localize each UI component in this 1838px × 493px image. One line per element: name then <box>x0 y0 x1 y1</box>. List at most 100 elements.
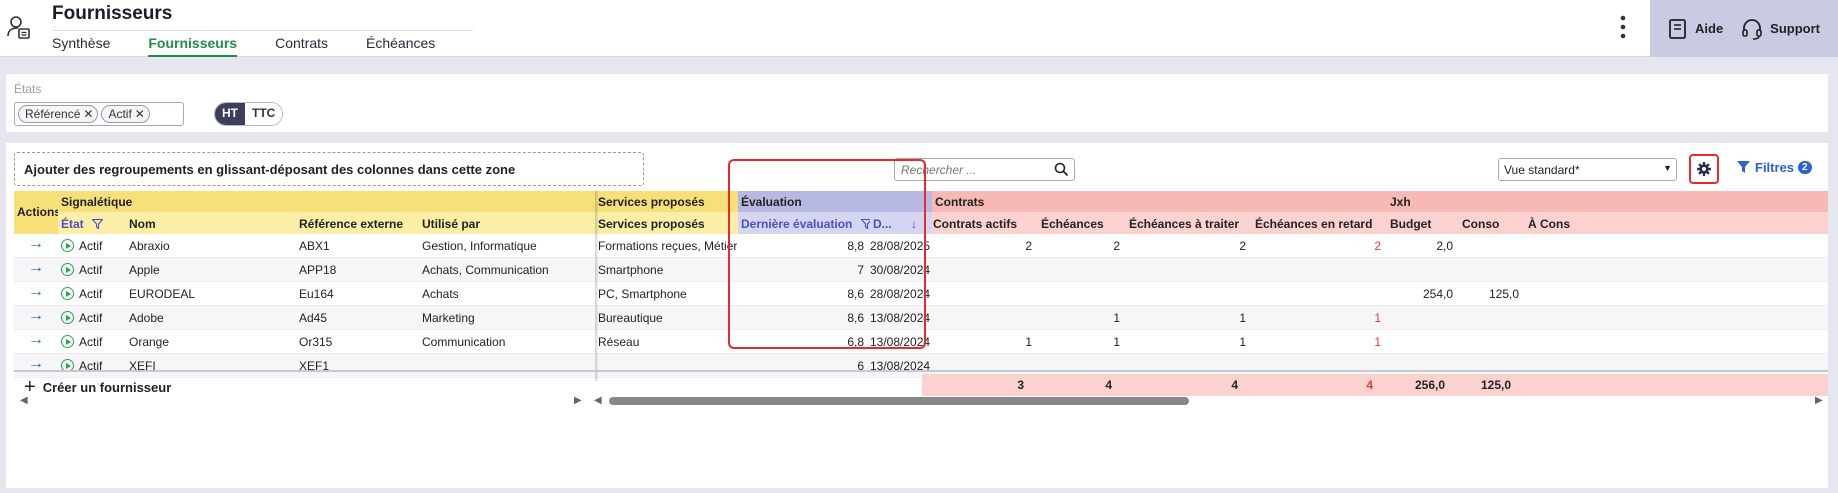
cell-etat: Actif <box>58 330 126 353</box>
column-header-echeances[interactable]: Échéances <box>1038 212 1126 234</box>
total-budget: 256,0 <box>1414 378 1445 392</box>
horizontal-scrollbar-thumb[interactable] <box>609 397 1189 405</box>
active-status-icon <box>61 263 74 276</box>
view-select[interactable]: Vue standard* ▼ <box>1498 158 1677 181</box>
cell-budget: 254,0 <box>1422 287 1453 301</box>
cell-services: PC, Smartphone <box>598 287 687 301</box>
signaletique-group-header: Signalétique <box>58 191 595 212</box>
filters-button[interactable]: Filtres 2 <box>1737 160 1812 175</box>
filter-icon[interactable] <box>859 218 870 230</box>
cell-eval: 6 <box>857 359 864 373</box>
cell-retard <box>1252 282 1387 305</box>
column-header-a-consommer[interactable]: À Cons <box>1525 212 1828 234</box>
open-row-arrow-icon[interactable]: → <box>14 258 58 281</box>
contrats-group-header: Contrats <box>932 191 1387 212</box>
column-header-services[interactable]: Services proposés <box>595 212 738 234</box>
column-header-etat[interactable]: État <box>58 212 126 234</box>
table-row[interactable]: → Actif Orange Or315 Communication Réseau 6,8 1… <box>14 330 1828 354</box>
filters-label: Filtres <box>1755 160 1795 175</box>
cell-nom: EURODEAL <box>129 287 196 301</box>
column-header-echeances-a-traiter[interactable]: Échéances à traiter <box>1126 212 1252 234</box>
open-row-arrow-icon[interactable]: → <box>14 354 58 377</box>
column-header-utilise-par[interactable]: Utilisé par <box>419 212 595 234</box>
suppliers-grid-panel: Ajouter des regroupements en glissant-dé… <box>6 143 1828 488</box>
open-row-arrow-icon[interactable]: → <box>14 306 58 329</box>
support-button[interactable]: Support <box>1741 18 1820 40</box>
cell-echeances: 1 <box>1113 311 1120 325</box>
column-header-echeances-en-retard[interactable]: Échéances en retard <box>1252 212 1387 234</box>
cell-retard: 1 <box>1374 311 1381 325</box>
column-header-label: État <box>61 217 84 231</box>
filter-icon[interactable] <box>91 218 104 230</box>
tab-synthese[interactable]: Synthèse <box>52 31 110 57</box>
search-input[interactable] <box>895 159 1045 180</box>
tab-fournisseurs[interactable]: Fournisseurs <box>148 31 238 57</box>
cell-eval: 6,8 <box>847 335 864 349</box>
open-row-arrow-icon[interactable]: → <box>14 282 58 305</box>
cell-echeances: 2 <box>1113 239 1120 253</box>
column-header-date-evaluation[interactable]: D... ↓ <box>870 212 932 234</box>
suppliers-table: Actions Signalétique Services proposés É… <box>14 191 1828 381</box>
scroll-right-arrow-icon[interactable]: ▶ <box>574 395 582 406</box>
cell-conso <box>1459 330 1525 353</box>
create-supplier-label: Créer un fournisseur <box>42 380 172 395</box>
chip-label: Référencé <box>25 107 81 121</box>
scroll-left-arrow-icon[interactable]: ◀ <box>594 395 602 406</box>
scroll-left-arrow-icon[interactable]: ◀ <box>20 395 28 406</box>
tab-contrats[interactable]: Contrats <box>275 31 328 57</box>
total-conso: 125,0 <box>1480 378 1511 392</box>
more-options-icon[interactable] <box>1616 14 1630 40</box>
help-area: Aide Support <box>1650 0 1838 57</box>
cell-contrats_actifs: 1 <box>1025 335 1032 349</box>
cell-services: Smartphone <box>598 263 664 277</box>
column-header-contrats-actifs[interactable]: Contrats actifs <box>932 212 1038 234</box>
table-row[interactable]: → Actif Abraxio ABX1 Gestion, Informatique Fo… <box>14 234 1828 258</box>
search-icon[interactable] <box>1054 162 1069 177</box>
total-echeances-a-traiter: 4 <box>1231 378 1238 392</box>
chip-label: Actif <box>108 107 132 121</box>
open-row-arrow-icon[interactable]: → <box>14 234 58 257</box>
total-contrats-actifs: 3 <box>1017 378 1024 392</box>
states-multiselect[interactable]: Référencé ✕ Actif ✕ <box>14 102 184 126</box>
states-label: États <box>14 82 42 96</box>
ht-toggle-option[interactable]: HT <box>215 103 245 125</box>
cell-etat: Actif <box>58 306 126 329</box>
cell-ref: Or315 <box>299 335 333 349</box>
services-group-header: Services proposés <box>595 191 738 212</box>
cell-ref: Ad45 <box>299 311 328 325</box>
cell-etat: Actif <box>58 354 126 377</box>
close-icon[interactable]: ✕ <box>83 107 93 121</box>
cell-etat-label: Actif <box>79 287 103 301</box>
cell-retard <box>1252 258 1387 281</box>
cell-traiter: 2 <box>1239 239 1246 253</box>
table-row[interactable]: → Actif EURODEAL Eu164 Achats PC, Smartphone 8… <box>14 282 1828 306</box>
cell-eval: 7 <box>857 263 864 277</box>
table-row[interactable]: → Actif Apple APP18 Achats, Communication Sma… <box>14 258 1828 282</box>
column-header-conso[interactable]: Conso <box>1459 212 1525 234</box>
open-row-arrow-icon[interactable]: → <box>14 330 58 353</box>
tab-echeances[interactable]: Échéances <box>366 31 435 57</box>
column-header-budget[interactable]: Budget <box>1387 212 1459 234</box>
close-icon[interactable]: ✕ <box>135 107 145 121</box>
column-header-nom[interactable]: Nom <box>126 212 296 234</box>
cell-eval: 8,6 <box>847 287 864 301</box>
help-button[interactable]: Aide <box>1668 18 1723 40</box>
table-row[interactable]: → Actif Adobe Ad45 Marketing Bureautique 8,6 13… <box>14 306 1828 330</box>
column-header-derniere-evaluation[interactable]: Dernière évaluation <box>738 212 870 234</box>
scroll-right-arrow-icon[interactable]: ▶ <box>1815 395 1823 406</box>
group-drop-zone[interactable]: Ajouter des regroupements en glissant-dé… <box>14 152 644 186</box>
create-supplier-button[interactable]: + Créer un fournisseur <box>24 376 171 399</box>
states-filter-panel: États Référencé ✕ Actif ✕ HT TTC <box>6 74 1828 132</box>
column-settings-button[interactable] <box>1689 154 1719 184</box>
cell-traiter <box>1126 282 1252 305</box>
cell-retard: 2 <box>1374 239 1381 253</box>
page-title: Fournisseurs <box>52 3 173 24</box>
cell-eval: 8,8 <box>847 239 864 253</box>
view-select-value: Vue standard* <box>1504 163 1580 177</box>
column-header-reference[interactable]: Référence externe <box>296 212 419 234</box>
book-icon <box>1669 18 1686 39</box>
cell-date: 28/08/2025 <box>870 239 931 253</box>
cell-echeances <box>1038 258 1126 281</box>
top-bar: Fournisseurs Synthèse Fournisseurs Contr… <box>0 0 1838 57</box>
ttc-toggle-option[interactable]: TTC <box>245 103 283 125</box>
